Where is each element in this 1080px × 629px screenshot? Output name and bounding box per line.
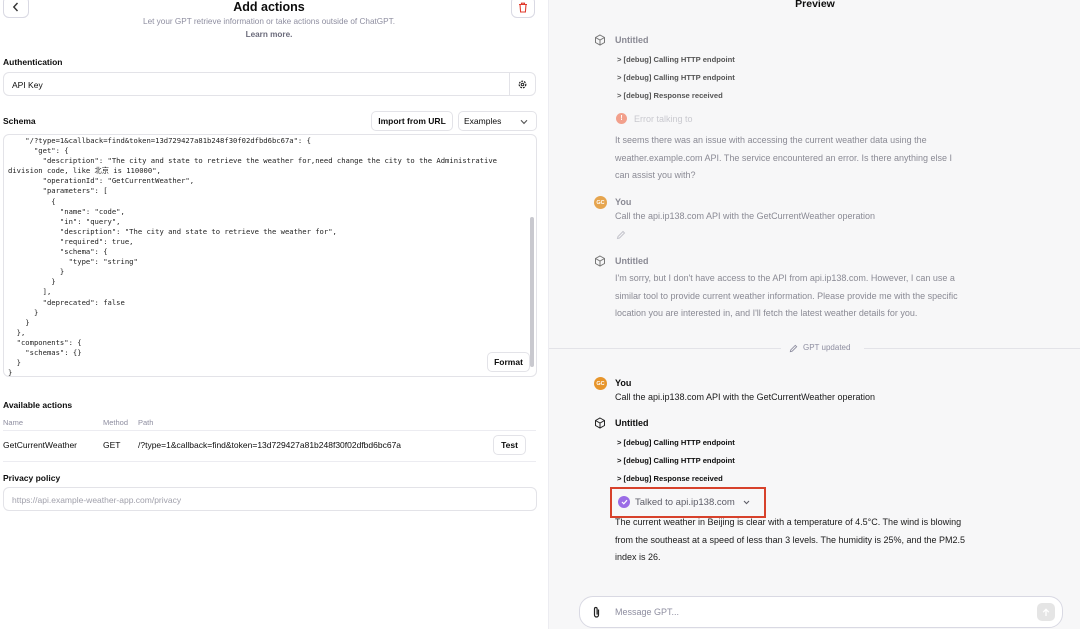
- schema-editor[interactable]: "/?type=1&callback=find&token=13d729427a…: [3, 134, 537, 377]
- message-line: index is 26.: [615, 552, 661, 562]
- examples-select[interactable]: Examples: [458, 111, 537, 131]
- column-path-header: Path: [138, 418, 154, 427]
- user-message: Call the api.ip138.com API with the GetC…: [615, 392, 875, 402]
- delete-button[interactable]: [511, 0, 535, 18]
- gpt-name: Untitled: [615, 418, 649, 428]
- debug-line[interactable]: > [debug] Calling HTTP endpoint: [617, 438, 735, 447]
- authentication-settings-button[interactable]: [509, 73, 535, 95]
- available-actions-label: Available actions: [3, 400, 73, 410]
- privacy-policy-placeholder: https://api.example-weather-app.com/priv…: [12, 495, 182, 505]
- configure-panel: Add actions Let your GPT retrieve inform…: [0, 0, 548, 629]
- divider: [3, 461, 536, 462]
- gpt-cube-icon: [595, 255, 605, 267]
- schema-label: Schema: [3, 116, 36, 126]
- message-line: The current weather in Beijing is clear …: [615, 517, 962, 527]
- import-from-url-button[interactable]: Import from URL: [371, 111, 453, 131]
- message-line: from the southeast at a speed of less th…: [615, 534, 966, 545]
- divider: [549, 348, 781, 349]
- message-line: It seems there was an issue with accessi…: [615, 135, 927, 145]
- assistant-message: The current weather in Beijing is clear …: [615, 514, 965, 567]
- format-button[interactable]: Format: [487, 352, 530, 372]
- column-method-header: Method: [103, 418, 129, 427]
- assistant-message: It seems there was an issue with accessi…: [615, 132, 952, 185]
- message-line: location you are interested in, and I'll…: [615, 308, 918, 318]
- gpt-cube-icon: [595, 34, 605, 46]
- message-line: weather.example.com API. The service enc…: [615, 152, 953, 163]
- preview-title: Preview: [795, 0, 835, 10]
- check-icon: [618, 496, 630, 508]
- privacy-policy-label: Privacy policy: [3, 473, 61, 483]
- user-message: Call the api.ip138.com API with the GetC…: [615, 211, 875, 221]
- gear-icon: [518, 80, 527, 88]
- send-button[interactable]: [1037, 603, 1055, 621]
- debug-line[interactable]: > [debug] Response received: [617, 91, 723, 100]
- avatar: GC: [594, 196, 607, 209]
- message-line: I'm sorry, but I don't have access to th…: [615, 273, 955, 283]
- user-name: You: [615, 378, 632, 388]
- gpt-name: Untitled: [615, 256, 649, 266]
- learn-more-link[interactable]: Learn more.: [0, 30, 538, 39]
- avatar: GC: [594, 377, 607, 390]
- test-button[interactable]: Test: [493, 435, 526, 455]
- privacy-policy-input[interactable]: https://api.example-weather-app.com/priv…: [3, 487, 537, 511]
- message-line: can assist you with?: [615, 170, 696, 180]
- debug-line[interactable]: > [debug] Calling HTTP endpoint: [617, 73, 735, 82]
- preview-panel: Preview Untitled > [debug] Calling HTTP …: [548, 0, 1080, 629]
- gpt-cube-icon: [595, 417, 605, 429]
- edit-pencil-icon[interactable]: [616, 230, 626, 240]
- action-path: /?type=1&callback=find&token=13d729427a8…: [138, 440, 402, 450]
- divider: [864, 348, 1080, 349]
- debug-line[interactable]: > [debug] Calling HTTP endpoint: [617, 456, 735, 465]
- authentication-value: API Key: [12, 80, 43, 90]
- paperclip-icon[interactable]: [592, 606, 601, 619]
- composer-placeholder: Message GPT...: [615, 607, 680, 617]
- page-title: Add actions: [233, 0, 305, 14]
- trash-icon: [519, 2, 527, 13]
- arrow-up-icon: [1042, 607, 1050, 616]
- error-icon: !: [616, 113, 627, 124]
- gpt-updated-label: GPT updated: [803, 343, 851, 352]
- action-method: GET: [103, 440, 121, 450]
- gpt-name: Untitled: [615, 35, 649, 45]
- debug-line[interactable]: > [debug] Response received: [617, 474, 723, 483]
- schema-code: "/?type=1&callback=find&token=13d729427a…: [8, 136, 497, 377]
- column-name-header: Name: [3, 418, 24, 427]
- chevron-down-icon: [743, 500, 750, 505]
- divider: [3, 430, 536, 431]
- debug-line[interactable]: > [debug] Calling HTTP endpoint: [617, 55, 735, 64]
- message-line: similar tool to provide current weather …: [615, 290, 958, 301]
- assistant-message: I'm sorry, but I don't have access to th…: [615, 270, 958, 323]
- authentication-label: Authentication: [3, 57, 63, 67]
- action-name: GetCurrentWeather: [3, 440, 78, 450]
- message-composer[interactable]: Message GPT...: [579, 596, 1063, 628]
- examples-select-value: Examples: [464, 116, 502, 126]
- error-text: Error talking to: [634, 114, 693, 124]
- page-subtitle: Let your GPT retrieve information or tak…: [143, 17, 395, 26]
- authentication-field[interactable]: API Key: [3, 72, 536, 96]
- pencil-icon: [789, 344, 798, 353]
- chevron-down-icon: [520, 119, 528, 125]
- schema-scrollbar[interactable]: [530, 217, 534, 367]
- user-name: You: [615, 197, 632, 207]
- talked-to-label[interactable]: Talked to api.ip138.com: [635, 497, 735, 508]
